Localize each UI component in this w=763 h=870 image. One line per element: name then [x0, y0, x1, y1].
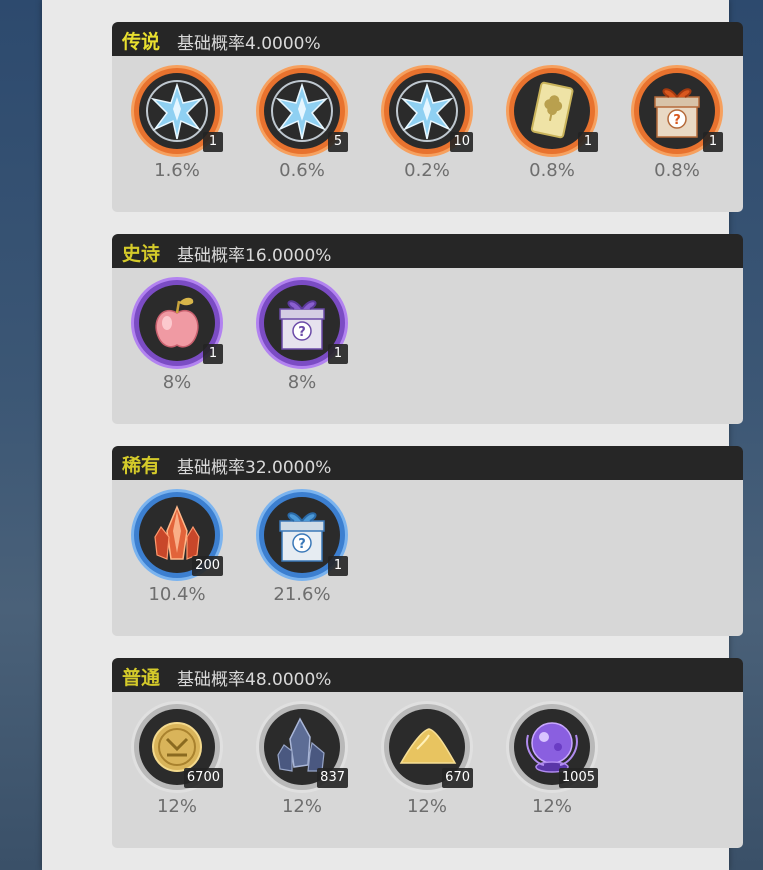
base-rate-label: 基础概率4.0000% [177, 34, 321, 54]
drop-chance: 0.6% [279, 160, 325, 181]
section-body: 1 1.6% 5 0.6% 10 0.2% 1 0.8% ? 1 0.8% [112, 56, 743, 212]
section-header: 传说 基础概率4.0000% [112, 22, 743, 56]
reward-item[interactable]: ? 1 0.8% [629, 65, 727, 195]
base-rate-label: 基础概率32.0000% [177, 458, 332, 478]
quantity-badge: 1 [203, 132, 223, 152]
drop-chance: 8% [162, 372, 192, 393]
reward-item[interactable]: 837 12% [254, 701, 352, 831]
reward-item[interactable]: 1 1.6% [129, 65, 227, 195]
reward-item[interactable]: ? 1 21.6% [254, 489, 352, 619]
quantity-badge: 10 [450, 132, 473, 152]
section-legendary: 传说 基础概率4.0000% 1 1.6% 5 0.6% 10 0.2% 1 0… [112, 22, 743, 212]
reward-item[interactable]: 1 0.8% [504, 65, 602, 195]
reward-item[interactable]: ? 1 8% [254, 277, 352, 407]
section-header: 稀有 基础概率32.0000% [112, 446, 743, 480]
tier-label: 稀有 [122, 455, 161, 477]
quantity-badge: 5 [328, 132, 348, 152]
quantity-badge: 1005 [558, 768, 598, 788]
tier-label: 史诗 [122, 243, 161, 265]
reward-item[interactable]: 200 10.4% [129, 489, 227, 619]
section-common: 普通 基础概率48.0000% 6700 12% 837 12% 670 12%… [112, 658, 743, 848]
section-epic: 史诗 基础概率16.0000% 1 8% ? 1 8% [112, 234, 743, 424]
tier-label: 传说 [122, 31, 161, 53]
drop-chance: 8% [287, 372, 317, 393]
drop-chance: 0.2% [404, 160, 450, 181]
base-rate-label: 基础概率48.0000% [177, 670, 332, 690]
drop-chance: 12% [156, 796, 197, 817]
section-rare: 稀有 基础概率32.0000% 200 10.4% ? 1 21.6% [112, 446, 743, 636]
drop-chance: 10.4% [148, 584, 206, 605]
tier-label: 普通 [122, 667, 161, 689]
drop-rate-panel: 传说 基础概率4.0000% 1 1.6% 5 0.6% 10 0.2% 1 0… [42, 0, 743, 870]
quantity-badge: 6700 [183, 768, 223, 788]
quantity-badge: 837 [317, 768, 348, 788]
drop-chance: 21.6% [273, 584, 331, 605]
drop-chance: 0.8% [529, 160, 575, 181]
reward-item[interactable]: 1005 12% [504, 701, 602, 831]
svg-text:?: ? [673, 113, 681, 128]
reward-item[interactable]: 5 0.6% [254, 65, 352, 195]
quantity-badge: 1 [703, 132, 723, 152]
quantity-badge: 670 [442, 768, 473, 788]
section-body: 200 10.4% ? 1 21.6% [112, 480, 743, 636]
quantity-badge: 1 [578, 132, 598, 152]
reward-item[interactable]: 10 0.2% [379, 65, 477, 195]
quantity-badge: 1 [328, 344, 348, 364]
drop-chance: 12% [281, 796, 322, 817]
base-rate-label: 基础概率16.0000% [177, 246, 332, 266]
drop-chance: 12% [531, 796, 572, 817]
reward-item[interactable]: 6700 12% [129, 701, 227, 831]
reward-item[interactable]: 670 12% [379, 701, 477, 831]
quantity-badge: 1 [328, 556, 348, 576]
drop-chance: 12% [406, 796, 447, 817]
reward-item[interactable]: 1 8% [129, 277, 227, 407]
section-header: 史诗 基础概率16.0000% [112, 234, 743, 268]
section-body: 6700 12% 837 12% 670 12% 1005 12% [112, 692, 743, 848]
svg-text:?: ? [298, 325, 306, 340]
drop-chance: 0.8% [654, 160, 700, 181]
drop-chance: 1.6% [154, 160, 200, 181]
quantity-badge: 1 [203, 344, 223, 364]
section-header: 普通 基础概率48.0000% [112, 658, 743, 692]
svg-text:?: ? [298, 537, 306, 552]
section-body: 1 8% ? 1 8% [112, 268, 743, 424]
quantity-badge: 200 [192, 556, 223, 576]
